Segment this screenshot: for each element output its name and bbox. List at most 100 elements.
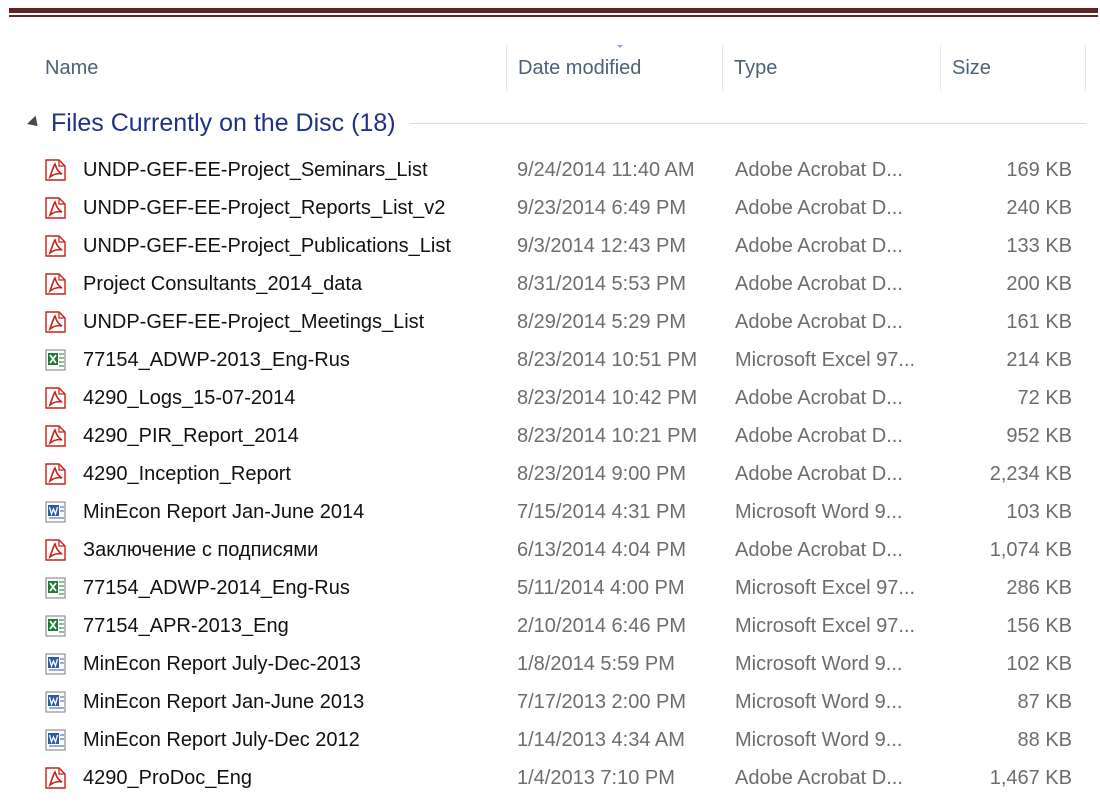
file-date-modified: 8/23/2014 10:42 PM xyxy=(517,387,698,409)
file-name: 77154_ADWP-2014_Eng-Rus xyxy=(83,577,350,599)
excel-icon xyxy=(45,615,66,637)
column-header-row: Name Date modified Type Size xyxy=(18,45,1100,91)
file-size: 87 KB xyxy=(1017,691,1072,713)
file-name: UNDP-GEF-EE-Project_Reports_List_v2 xyxy=(83,197,446,219)
file-type: Adobe Acrobat D... xyxy=(735,539,903,561)
file-size: 240 KB xyxy=(1006,197,1072,219)
column-header-name[interactable]: Name xyxy=(35,45,507,91)
collapse-triangle-icon[interactable] xyxy=(27,115,42,131)
file-explorer-view: Name Date modified Type Size Files Curre… xyxy=(18,45,1100,801)
group-divider xyxy=(409,122,1086,124)
word-icon xyxy=(45,653,66,675)
file-name: UNDP-GEF-EE-Project_Meetings_List xyxy=(83,311,425,333)
file-type: Adobe Acrobat D... xyxy=(735,387,903,409)
file-row[interactable]: 77154_APR-2013_Eng 2/10/2014 6:46 PM Micro… xyxy=(18,607,1100,645)
file-row[interactable]: 4290_ProDoc_Eng 1/4/2013 7:10 PM Adobe Acr… xyxy=(18,759,1100,797)
file-size: 72 KB xyxy=(1017,387,1072,409)
pdf-icon xyxy=(45,463,66,485)
file-date-modified: 9/24/2014 11:40 AM xyxy=(517,159,695,181)
file-size: 156 KB xyxy=(1006,615,1072,637)
file-name: 4290_Inception_Report xyxy=(83,463,291,485)
file-type: Microsoft Word 9... xyxy=(735,691,903,713)
file-size: 1,074 KB xyxy=(989,539,1072,561)
excel-icon xyxy=(45,577,66,599)
file-date-modified: 1/4/2013 7:10 PM xyxy=(517,767,675,789)
document-header-rule xyxy=(9,8,1098,13)
file-name: 77154_APR-2013_Eng xyxy=(83,615,289,637)
file-name: MinEcon Report July-Dec-2013 xyxy=(83,653,361,675)
file-row[interactable]: 77154_ADWP-2013_Eng-Rus 8/23/2014 10:51 P… xyxy=(18,341,1100,379)
file-type: Microsoft Word 9... xyxy=(735,501,903,523)
file-row[interactable]: MinEcon Report Jan-June 2013 7/17/2013 2:… xyxy=(18,683,1100,721)
file-size: 88 KB xyxy=(1017,729,1072,751)
file-date-modified: 2/10/2014 6:46 PM xyxy=(517,615,687,637)
file-row[interactable]: UNDP-GEF-EE-Project_Publications_List 9/3… xyxy=(18,227,1100,265)
file-type: Adobe Acrobat D... xyxy=(735,235,903,257)
file-row[interactable]: MinEcon Report July-Dec-2013 1/8/2014 5:5… xyxy=(18,645,1100,683)
file-type: Adobe Acrobat D... xyxy=(735,311,903,333)
file-name: 77154_ADWP-2013_Eng-Rus xyxy=(83,349,350,371)
file-type: Adobe Acrobat D... xyxy=(735,767,903,789)
file-size: 169 KB xyxy=(1006,159,1072,181)
file-row[interactable]: UNDP-GEF-EE-Project_Reports_List_v2 9/23/… xyxy=(18,189,1100,227)
excel-icon xyxy=(45,349,66,371)
column-header-date-modified[interactable]: Date modified xyxy=(508,45,723,91)
file-date-modified: 1/14/2013 4:34 AM xyxy=(517,729,685,751)
file-name: MinEcon Report July-Dec 2012 xyxy=(83,729,360,751)
file-name: MinEcon Report Jan-June 2013 xyxy=(83,691,365,713)
file-name: Заключение с подписями xyxy=(83,539,319,561)
file-size: 133 KB xyxy=(1006,235,1072,257)
group-header[interactable]: Files Currently on the Disc (18) xyxy=(18,103,1100,143)
pdf-icon xyxy=(45,425,66,447)
column-header-type[interactable]: Type xyxy=(724,45,941,91)
file-date-modified: 1/8/2014 5:59 PM xyxy=(517,653,675,675)
file-name: 4290_ProDoc_Eng xyxy=(83,767,253,789)
file-type: Microsoft Excel 97... xyxy=(735,349,916,371)
file-row[interactable]: 4290_PIR_Report_2014 8/23/2014 10:21 PM Ad… xyxy=(18,417,1100,455)
file-date-modified: 8/29/2014 5:29 PM xyxy=(517,311,687,333)
file-type: Adobe Acrobat D... xyxy=(735,159,903,181)
file-type: Adobe Acrobat D... xyxy=(735,425,903,447)
file-name: MinEcon Report Jan-June 2014 xyxy=(83,501,365,523)
file-size: 286 KB xyxy=(1006,577,1072,599)
file-date-modified: 7/15/2014 4:31 PM xyxy=(517,501,687,523)
file-type: Microsoft Excel 97... xyxy=(735,577,916,599)
file-size: 952 KB xyxy=(1006,425,1072,447)
word-icon xyxy=(45,729,66,751)
file-date-modified: 8/23/2014 10:51 PM xyxy=(517,349,698,371)
column-header-size[interactable]: Size xyxy=(942,45,1086,91)
file-name: 4290_Logs_15-07-2014 xyxy=(83,387,296,409)
file-size: 200 KB xyxy=(1006,273,1072,295)
file-row[interactable]: 4290_Logs_15-07-2014 8/23/2014 10:42 PM Ad… xyxy=(18,379,1100,417)
file-row[interactable]: UNDP-GEF-EE-Project_Seminars_List 9/24/20… xyxy=(18,151,1100,189)
file-type: Microsoft Word 9... xyxy=(735,729,903,751)
file-type: Adobe Acrobat D... xyxy=(735,273,903,295)
file-date-modified: 8/23/2014 10:21 PM xyxy=(517,425,698,447)
pdf-icon xyxy=(45,273,66,295)
file-row[interactable]: 77154_ADWP-2014_Eng-Rus 5/11/2014 4:00 PM… xyxy=(18,569,1100,607)
file-name: 4290_PIR_Report_2014 xyxy=(83,425,299,447)
group-title: Files Currently on the Disc (18) xyxy=(51,108,396,137)
file-size: 1,467 KB xyxy=(989,767,1072,789)
file-type: Adobe Acrobat D... xyxy=(735,463,903,485)
file-row[interactable]: UNDP-GEF-EE-Project_Meetings_List 8/29/20… xyxy=(18,303,1100,341)
pdf-icon xyxy=(45,767,66,789)
file-date-modified: 8/23/2014 9:00 PM xyxy=(517,463,687,485)
word-icon xyxy=(45,691,66,713)
file-row[interactable]: Заключение с подписями 6/13/2014 4:04 PM A… xyxy=(18,531,1100,569)
file-row[interactable]: MinEcon Report July-Dec 2012 1/14/2013 4:… xyxy=(18,721,1100,759)
file-date-modified: 9/23/2014 6:49 PM xyxy=(517,197,687,219)
file-size: 103 KB xyxy=(1006,501,1072,523)
document-header-rule-thin xyxy=(9,15,1098,17)
pdf-icon xyxy=(45,197,66,219)
file-row[interactable]: Project Consultants_2014_data 8/31/2014 5… xyxy=(18,265,1100,303)
file-date-modified: 5/11/2014 4:00 PM xyxy=(517,577,685,599)
file-type: Microsoft Word 9... xyxy=(735,653,903,675)
file-row[interactable]: 4290_Inception_Report 8/23/2014 9:00 PM Ad… xyxy=(18,455,1100,493)
file-row[interactable]: MinEcon Report Jan-June 2014 7/15/2014 4:… xyxy=(18,493,1100,531)
file-date-modified: 7/17/2013 2:00 PM xyxy=(517,691,687,713)
file-size: 102 KB xyxy=(1006,653,1072,675)
pdf-icon xyxy=(45,311,66,333)
file-size: 214 KB xyxy=(1006,349,1072,371)
pdf-icon xyxy=(45,159,66,181)
